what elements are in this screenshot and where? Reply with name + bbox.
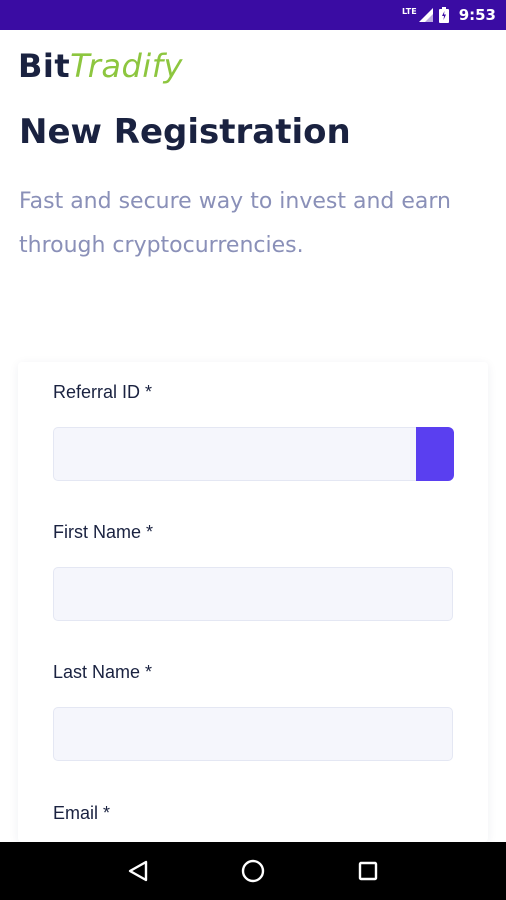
back-icon	[128, 860, 147, 882]
brand-logo: BitTradify	[18, 47, 183, 85]
logo-part-bit: Bit	[18, 47, 71, 85]
referral-id-label: Referral ID *	[53, 382, 153, 402]
recents-icon	[359, 861, 378, 881]
last-name-label: Last Name *	[53, 662, 153, 682]
email-label: Email *	[53, 803, 111, 823]
registration-form: Referral ID * First Name * Last Name * E…	[18, 362, 488, 842]
status-bar: LTE 9:53	[0, 0, 506, 30]
referral-action-button[interactable]	[416, 427, 454, 481]
first-name-label: First Name *	[53, 522, 154, 542]
battery-icon	[438, 7, 449, 23]
page-subtitle: Fast and secure way to invest and earn t…	[19, 189, 451, 258]
first-name-input[interactable]	[53, 567, 453, 621]
logo-part-tradify: Tradify	[70, 47, 183, 85]
referral-id-input[interactable]	[53, 427, 417, 481]
clock: 9:53	[458, 6, 496, 24]
page-title: New Registration	[19, 112, 351, 152]
home-icon	[241, 859, 265, 883]
home-button[interactable]	[233, 851, 273, 891]
network-type-label: LTE	[401, 6, 417, 16]
back-button[interactable]	[118, 851, 158, 891]
recents-button[interactable]	[348, 851, 388, 891]
last-name-input[interactable]	[53, 707, 453, 761]
signal-icon	[418, 8, 433, 22]
system-nav-bar	[0, 842, 506, 900]
